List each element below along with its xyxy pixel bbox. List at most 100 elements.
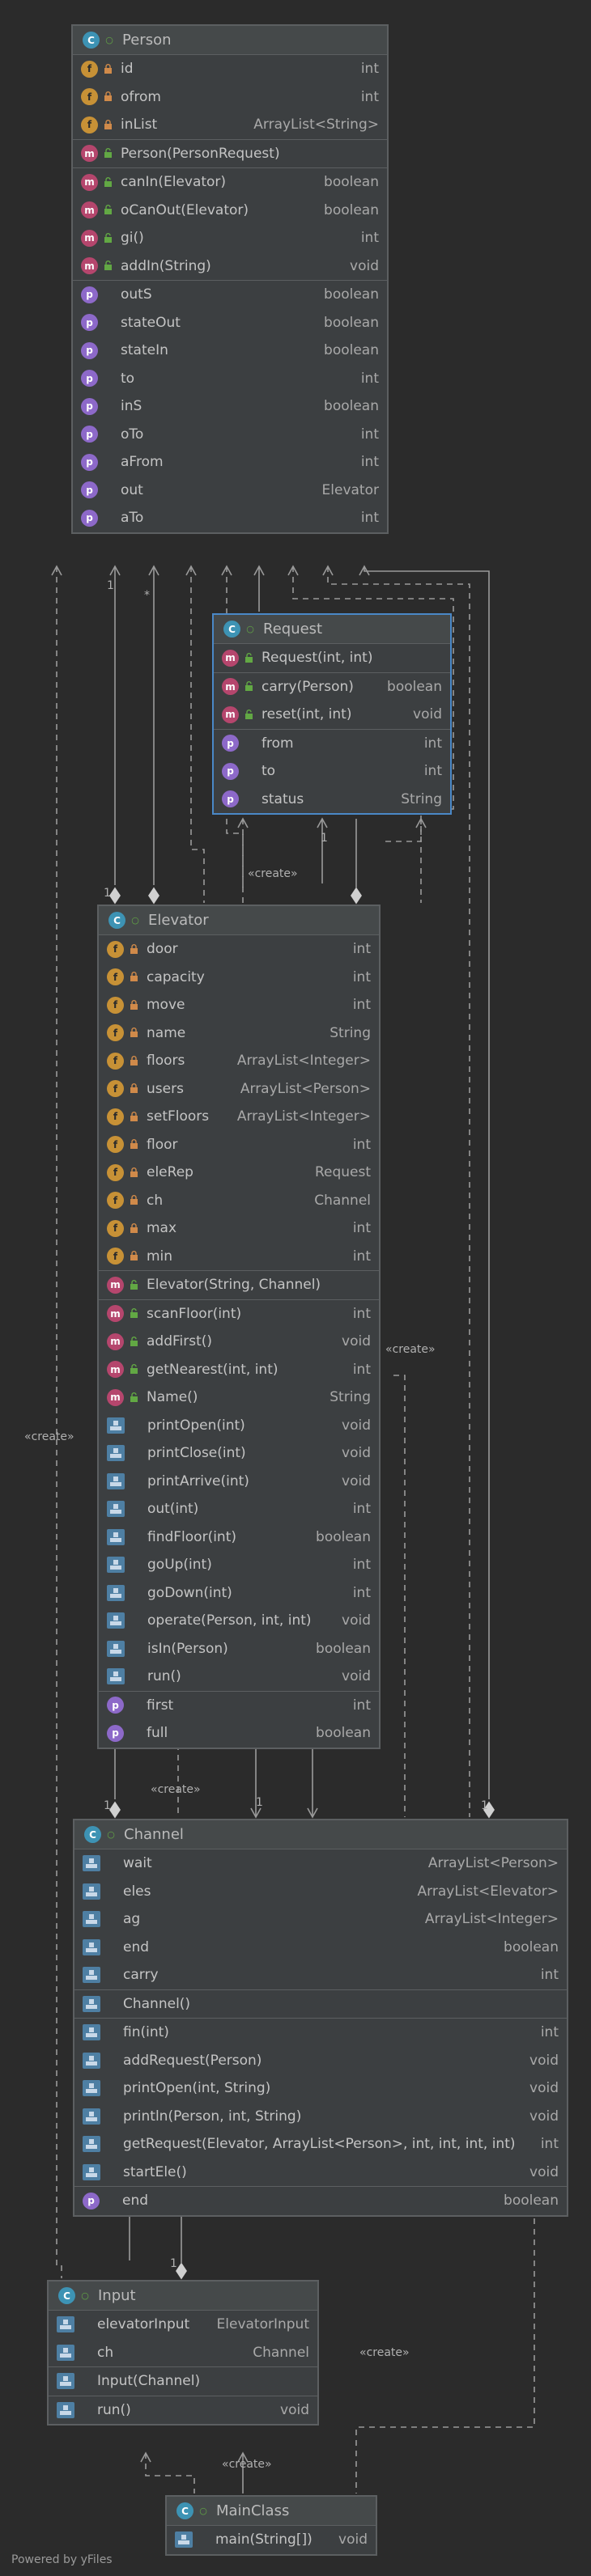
member-row[interactable]: m addFirst() void bbox=[99, 1328, 379, 1356]
member-row[interactable]: p status String bbox=[214, 786, 450, 814]
member-row[interactable]: p aFrom int bbox=[73, 448, 387, 477]
member-row[interactable]: printOpen(int, String) void bbox=[74, 2074, 567, 2103]
member-row[interactable]: printArrive(int) void bbox=[99, 1468, 379, 1496]
member-row[interactable]: f door int bbox=[99, 935, 379, 964]
member-row[interactable]: Channel() bbox=[74, 1990, 567, 2019]
member-icon bbox=[107, 1668, 125, 1685]
member-row[interactable]: p first int bbox=[99, 1692, 379, 1720]
class-box-input[interactable]: C ○ Input elevatorInput ElevatorInput ch Chann… bbox=[47, 2280, 319, 2426]
member-icon bbox=[83, 1855, 100, 1872]
member-row[interactable]: m Name() String bbox=[99, 1383, 379, 1412]
member-section: run() void bbox=[49, 2396, 317, 2425]
public-icon bbox=[129, 1279, 138, 1290]
field-icon: f bbox=[107, 1108, 124, 1125]
member-glyph-icon bbox=[60, 2320, 71, 2330]
member-row[interactable]: p out Elevator bbox=[73, 477, 387, 505]
member-name: fin(int) bbox=[123, 2024, 169, 2041]
member-row[interactable]: ag ArrayList<Integer> bbox=[74, 1905, 567, 1934]
member-row[interactable]: m Elevator(String, Channel) bbox=[99, 1271, 379, 1299]
method-icon: m bbox=[107, 1276, 124, 1294]
member-row[interactable]: m getNearest(int, int) int bbox=[99, 1356, 379, 1384]
class-box-elevator[interactable]: C ○ Elevator f door int f capacity int f move int f n… bbox=[97, 905, 381, 1749]
member-row[interactable]: p full boolean bbox=[99, 1719, 379, 1748]
member-row[interactable]: ch Channel bbox=[49, 2339, 317, 2367]
member-row[interactable]: p aTo int bbox=[73, 504, 387, 532]
member-row[interactable]: p end boolean bbox=[74, 2187, 567, 2215]
member-row[interactable]: m Person(PersonRequest) bbox=[73, 140, 387, 168]
class-box-request[interactable]: C ○ Request m Request(int, int) m carry(Person… bbox=[212, 613, 452, 815]
member-row[interactable]: m gi() int bbox=[73, 224, 387, 252]
member-row[interactable]: f ofrom int bbox=[73, 83, 387, 112]
member-icon bbox=[83, 2052, 100, 2069]
class-box-mainclass[interactable]: C ○ MainClass main(String[]) void bbox=[165, 2495, 377, 2556]
member-row[interactable]: f max int bbox=[99, 1214, 379, 1243]
member-name: goDown(int) bbox=[147, 1584, 232, 1601]
member-row[interactable]: f name String bbox=[99, 1019, 379, 1048]
member-row[interactable]: m canIn(Elevator) boolean bbox=[73, 168, 387, 197]
member-row[interactable]: p inS boolean bbox=[73, 392, 387, 421]
class-box-person[interactable]: C ○ Person f id int f ofrom int f inList ArrayList<… bbox=[71, 24, 389, 534]
member-row[interactable]: eles ArrayList<Elevator> bbox=[74, 1878, 567, 1906]
member-row[interactable]: f eleRep Request bbox=[99, 1159, 379, 1187]
member-row[interactable]: f inList ArrayList<String> bbox=[73, 111, 387, 139]
member-row[interactable]: m reset(int, int) void bbox=[214, 701, 450, 729]
member-row[interactable]: f move int bbox=[99, 991, 379, 1019]
member-row[interactable]: f users ArrayList<Person> bbox=[99, 1075, 379, 1104]
member-row[interactable]: wait ArrayList<Person> bbox=[74, 1849, 567, 1878]
member-row[interactable]: f capacity int bbox=[99, 964, 379, 992]
member-row[interactable]: end boolean bbox=[74, 1934, 567, 1962]
member-row[interactable]: p to int bbox=[73, 365, 387, 393]
member-row[interactable]: printOpen(int) void bbox=[99, 1412, 379, 1440]
member-row[interactable]: m scanFloor(int) int bbox=[99, 1300, 379, 1328]
member-row[interactable]: p oTo int bbox=[73, 421, 387, 449]
member-row[interactable]: p outS boolean bbox=[73, 281, 387, 309]
member-icon bbox=[83, 2024, 100, 2041]
member-row[interactable]: f ch Channel bbox=[99, 1187, 379, 1215]
member-row[interactable]: findFloor(int) boolean bbox=[99, 1523, 379, 1552]
member-row[interactable]: elevatorInput ElevatorInput bbox=[49, 2311, 317, 2339]
member-name: canIn(Elevator) bbox=[121, 174, 227, 191]
member-row[interactable]: m carry(Person) boolean bbox=[214, 673, 450, 701]
member-row[interactable]: run() void bbox=[49, 2396, 317, 2425]
member-row[interactable]: p stateIn boolean bbox=[73, 337, 387, 365]
member-glyph-icon bbox=[86, 1914, 97, 1925]
member-row[interactable]: p to int bbox=[214, 757, 450, 786]
member-glyph-icon bbox=[86, 1970, 97, 1981]
class-box-channel[interactable]: C ○ Channel wait ArrayList<Person> eles ArrayL… bbox=[73, 1819, 568, 2217]
class-header[interactable]: C ○ Input bbox=[49, 2282, 317, 2311]
member-row[interactable]: printClose(int) void bbox=[99, 1439, 379, 1468]
member-row[interactable]: carry int bbox=[74, 1961, 567, 1989]
member-row[interactable]: m Request(int, int) bbox=[214, 644, 450, 672]
member-row[interactable]: f floors ArrayList<Integer> bbox=[99, 1047, 379, 1075]
member-row[interactable]: f floor int bbox=[99, 1131, 379, 1159]
class-header[interactable]: C ○ Person bbox=[73, 26, 387, 55]
member-row[interactable]: addRequest(Person) void bbox=[74, 2047, 567, 2075]
member-row[interactable]: p from int bbox=[214, 730, 450, 758]
property-icon: p bbox=[81, 453, 98, 471]
member-row[interactable]: main(String[]) void bbox=[167, 2526, 376, 2554]
member-row[interactable]: m addIn(String) void bbox=[73, 252, 387, 281]
member-type: int bbox=[540, 2024, 559, 2041]
member-row[interactable]: p stateOut boolean bbox=[73, 309, 387, 337]
member-row[interactable]: run() void bbox=[99, 1663, 379, 1691]
member-row[interactable]: goDown(int) int bbox=[99, 1579, 379, 1608]
member-row[interactable]: getRequest(Elevator, ArrayList<Person>, … bbox=[74, 2130, 567, 2159]
class-header[interactable]: C ○ Channel bbox=[74, 1820, 567, 1849]
member-row[interactable]: operate(Person, int, int) void bbox=[99, 1607, 379, 1635]
member-row[interactable]: Input(Channel) bbox=[49, 2367, 317, 2396]
member-row[interactable]: f min int bbox=[99, 1243, 379, 1271]
class-header[interactable]: C ○ MainClass bbox=[167, 2497, 376, 2526]
member-name: oCanOut(Elevator) bbox=[121, 201, 249, 218]
member-row[interactable]: out(int) int bbox=[99, 1495, 379, 1523]
member-row[interactable]: f id int bbox=[73, 55, 387, 83]
member-row[interactable]: startEle() void bbox=[74, 2159, 567, 2187]
member-row[interactable]: println(Person, int, String) void bbox=[74, 2103, 567, 2131]
member-type: void bbox=[338, 2532, 368, 2548]
member-row[interactable]: fin(int) int bbox=[74, 2019, 567, 2047]
member-row[interactable]: isIn(Person) boolean bbox=[99, 1635, 379, 1663]
member-row[interactable]: goUp(int) int bbox=[99, 1551, 379, 1579]
member-row[interactable]: f setFloors ArrayList<Integer> bbox=[99, 1103, 379, 1131]
class-header[interactable]: C ○ Elevator bbox=[99, 906, 379, 935]
member-row[interactable]: m oCanOut(Elevator) boolean bbox=[73, 197, 387, 225]
class-header[interactable]: C ○ Request bbox=[214, 615, 450, 644]
